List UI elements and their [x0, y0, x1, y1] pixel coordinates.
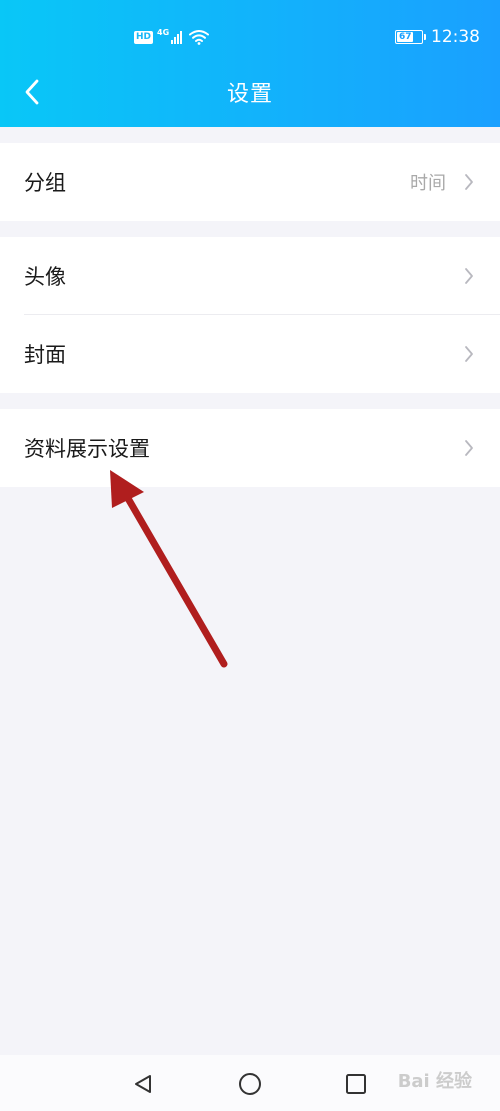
chevron-right-icon	[464, 266, 478, 286]
nav-back-button[interactable]	[128, 1069, 158, 1099]
status-time: 12:38	[431, 27, 480, 47]
row-value: 时间	[410, 173, 446, 194]
chevron-right-icon	[464, 438, 478, 458]
settings-group-3: 资料展示设置	[0, 409, 500, 487]
setting-row-profile-display[interactable]: 资料展示设置	[0, 409, 500, 487]
circle-home-icon	[239, 1073, 261, 1095]
row-label: 资料展示设置	[24, 437, 150, 461]
row-label: 分组	[24, 171, 66, 195]
row-label: 头像	[24, 265, 66, 289]
chevron-right-icon	[464, 172, 478, 192]
battery-level: 67	[399, 32, 412, 42]
network-generation: 4G	[157, 27, 170, 37]
page-title: 设置	[226, 82, 273, 107]
battery-icon: 67	[395, 30, 426, 44]
signal-icon	[171, 30, 183, 44]
app-header: HD 4G 67 12:38 设置	[0, 0, 500, 127]
nav-home-button[interactable]	[235, 1069, 265, 1099]
square-recents-icon	[346, 1074, 366, 1094]
nav-recents-button[interactable]	[341, 1069, 371, 1099]
setting-row-avatar[interactable]: 头像	[0, 237, 500, 315]
status-right: 67 12:38	[395, 26, 480, 48]
settings-group-2: 头像 封面	[0, 237, 500, 393]
chevron-right-icon	[464, 344, 478, 364]
watermark: Bai 经验	[397, 1071, 472, 1092]
setting-row-cover[interactable]: 封面	[0, 315, 500, 393]
status-bar: HD 4G 67 12:38	[0, 0, 500, 70]
row-label: 封面	[24, 343, 66, 367]
hd-badge: HD	[134, 30, 154, 44]
triangle-back-icon	[135, 1075, 151, 1093]
setting-row-group[interactable]: 分组 时间	[0, 143, 500, 221]
wifi-icon	[189, 30, 210, 45]
settings-group-1: 分组 时间	[0, 143, 500, 221]
network-indicators: HD 4G	[134, 27, 210, 47]
